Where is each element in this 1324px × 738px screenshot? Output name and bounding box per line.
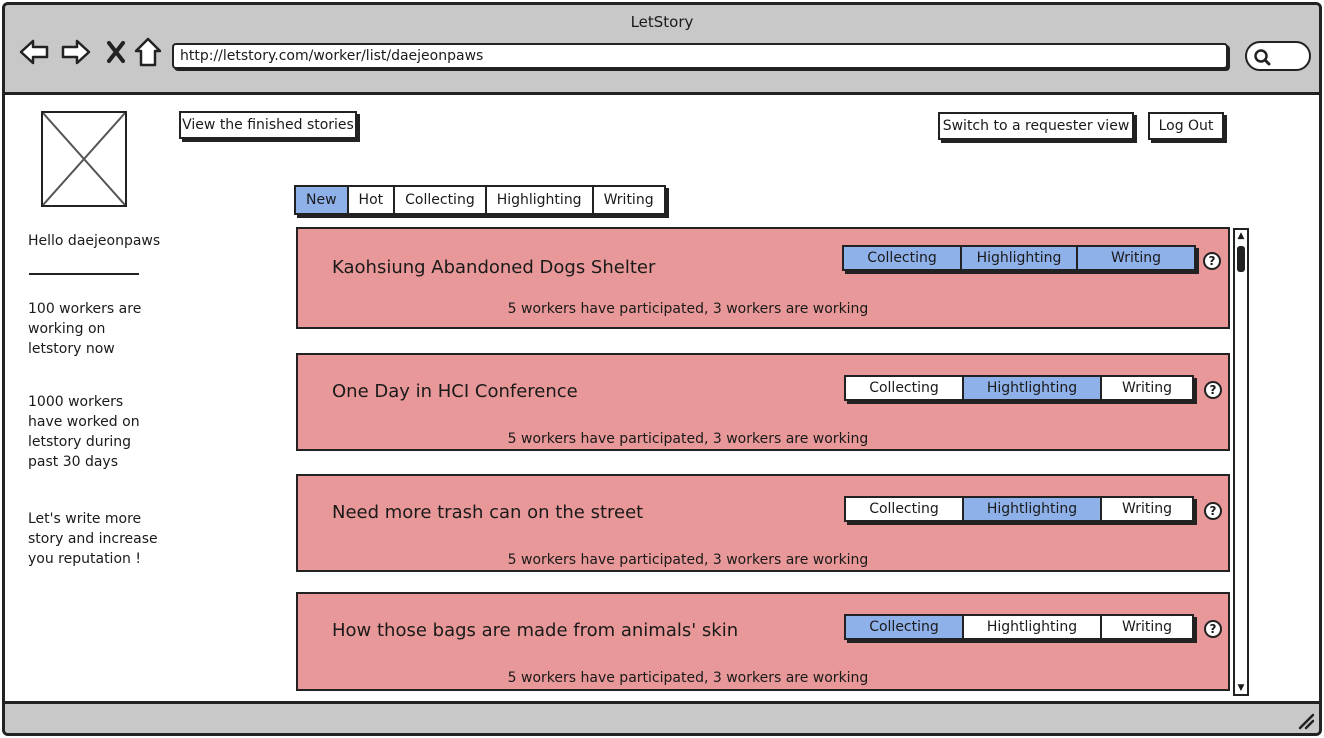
sidebar-divider bbox=[29, 273, 139, 275]
stage-highlighting[interactable]: Hightlighting bbox=[964, 616, 1102, 638]
scroll-down-arrow-icon[interactable]: ▼ bbox=[1235, 682, 1247, 694]
close-icon[interactable] bbox=[101, 35, 131, 69]
help-icon[interactable]: ? bbox=[1204, 381, 1222, 399]
resize-grip-icon[interactable] bbox=[1297, 712, 1315, 730]
view-finished-stories-button[interactable]: View the finished stories bbox=[179, 111, 357, 139]
story-stage-group: Collecting Hightlighting Writing bbox=[844, 375, 1194, 401]
tab-highlighting[interactable]: Highlighting bbox=[487, 187, 594, 213]
story-card[interactable]: How those bags are made from animals' sk… bbox=[296, 592, 1230, 691]
motivation-text: Let's write more story and increase you … bbox=[28, 511, 158, 567]
browser-search[interactable] bbox=[1245, 41, 1311, 71]
story-status: 5 workers have participated, 3 workers a… bbox=[507, 431, 869, 447]
stage-writing[interactable]: Writing bbox=[1102, 616, 1192, 638]
story-card[interactable]: Kaohsiung Abandoned Dogs Shelter 5 worke… bbox=[296, 227, 1230, 329]
stage-highlighting[interactable]: Hightlighting bbox=[964, 377, 1102, 399]
avatar-placeholder bbox=[41, 111, 127, 207]
stage-writing[interactable]: Writing bbox=[1102, 498, 1192, 520]
stage-collecting[interactable]: Collecting bbox=[846, 616, 964, 638]
window-title: LetStory bbox=[630, 13, 694, 31]
stat-active-workers: 100 workers are working on letstory now bbox=[28, 301, 142, 357]
story-filter-tabs: New Hot Collecting Highlighting Writing bbox=[294, 185, 666, 215]
stage-highlighting[interactable]: Hightlighting bbox=[964, 498, 1102, 520]
story-status: 5 workers have participated, 3 workers a… bbox=[507, 670, 869, 686]
home-icon[interactable] bbox=[133, 35, 163, 69]
story-card[interactable]: Need more trash can on the street 5 work… bbox=[296, 474, 1230, 572]
tab-writing[interactable]: Writing bbox=[594, 187, 664, 213]
scroll-up-arrow-icon[interactable]: ▲ bbox=[1235, 230, 1247, 242]
story-title[interactable]: How those bags are made from animals' sk… bbox=[332, 620, 738, 641]
story-list-scrollbar[interactable]: ▲ ▼ bbox=[1233, 228, 1249, 696]
tab-hot[interactable]: Hot bbox=[349, 187, 396, 213]
story-title[interactable]: One Day in HCI Conference bbox=[332, 381, 578, 402]
stage-highlighting[interactable]: Highlighting bbox=[962, 247, 1078, 269]
stage-writing[interactable]: Writing bbox=[1078, 247, 1194, 269]
story-status: 5 workers have participated, 3 workers a… bbox=[507, 301, 869, 317]
story-status: 5 workers have participated, 3 workers a… bbox=[507, 552, 869, 568]
help-icon[interactable]: ? bbox=[1204, 502, 1222, 520]
tab-new[interactable]: New bbox=[296, 187, 349, 213]
search-icon bbox=[1254, 49, 1271, 66]
scroll-thumb[interactable] bbox=[1237, 246, 1245, 272]
story-card[interactable]: One Day in HCI Conference 5 workers have… bbox=[296, 353, 1230, 451]
stage-collecting[interactable]: Collecting bbox=[846, 377, 964, 399]
greeting-text: Hello daejeonpaws bbox=[28, 233, 161, 249]
browser-window: LetStory http://letstory.com/worker/list… bbox=[2, 2, 1322, 736]
stat-total-workers: 1000 workers have worked on letstory dur… bbox=[28, 394, 140, 470]
story-stage-group: Collecting Hightlighting Writing bbox=[844, 496, 1194, 522]
stage-writing[interactable]: Writing bbox=[1102, 377, 1192, 399]
tab-collecting[interactable]: Collecting bbox=[395, 187, 487, 213]
help-icon[interactable]: ? bbox=[1203, 252, 1221, 270]
browser-chrome: LetStory http://letstory.com/worker/list… bbox=[5, 5, 1319, 95]
back-arrow-icon[interactable] bbox=[19, 35, 49, 69]
stage-collecting[interactable]: Collecting bbox=[844, 247, 962, 269]
stage-collecting[interactable]: Collecting bbox=[846, 498, 964, 520]
forward-arrow-icon[interactable] bbox=[61, 35, 91, 69]
logout-button[interactable]: Log Out bbox=[1148, 112, 1224, 140]
switch-requester-view-button[interactable]: Switch to a requester view bbox=[938, 112, 1134, 140]
story-stage-group: Collecting Hightlighting Writing bbox=[844, 614, 1194, 640]
help-icon[interactable]: ? bbox=[1204, 620, 1222, 638]
url-bar[interactable]: http://letstory.com/worker/list/daejeonp… bbox=[172, 43, 1228, 69]
story-stage-group: Collecting Highlighting Writing bbox=[842, 245, 1196, 271]
story-title[interactable]: Kaohsiung Abandoned Dogs Shelter bbox=[332, 257, 655, 278]
status-bar bbox=[5, 701, 1319, 733]
story-title[interactable]: Need more trash can on the street bbox=[332, 502, 643, 523]
